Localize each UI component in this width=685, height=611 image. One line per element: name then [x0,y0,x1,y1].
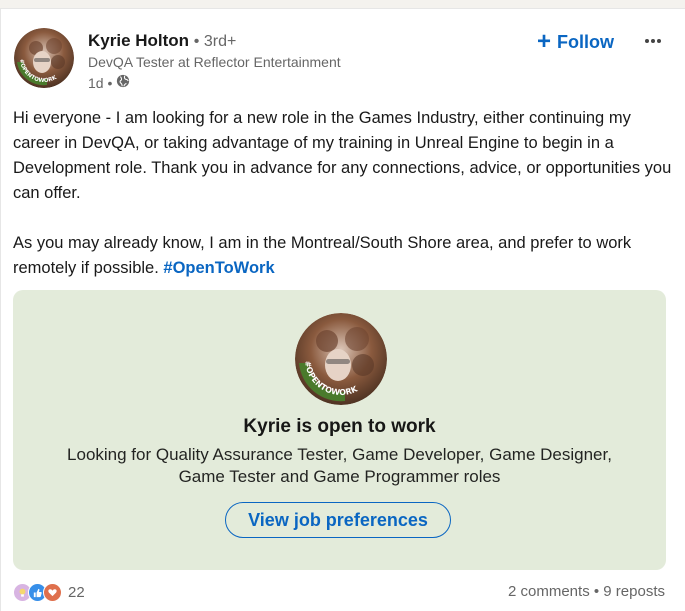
open-to-work-title: Kyrie is open to work [243,416,436,437]
open-to-work-avatar[interactable]: #OPENTOWORK [295,313,387,405]
open-to-work-description: Looking for Quality Assurance Tester, Ga… [53,444,626,488]
more-options-button[interactable] [639,27,667,55]
post-paragraph-1: Hi everyone - I am looking for a new rol… [13,109,672,202]
post-body: Hi everyone - I am looking for a new rol… [13,106,673,281]
reaction-icons [13,583,62,602]
hashtag-link[interactable]: #OpenToWork [163,259,274,277]
social-separator: • [589,583,604,600]
author-avatar[interactable]: #OPENTOWORK [14,28,74,88]
author-headline: DevQA Tester at Reflector Entertainment [88,54,341,70]
post-card: #OPENTOWORK Kyrie Holton • 3rd+ DevQA Te… [0,8,685,611]
post-time: 1d • [88,74,113,91]
author-name[interactable]: Kyrie Holton [88,31,189,50]
post-paragraph-2-text: As you may already know, I am in the Mon… [13,234,632,277]
connection-degree: • 3rd+ [193,33,237,50]
reaction-count: 22 [68,584,85,601]
plus-icon: + [537,28,552,55]
globe-icon [116,74,130,91]
love-reaction-icon [43,583,62,602]
view-job-preferences-button[interactable]: View job preferences [225,502,451,538]
follow-button[interactable]: + Follow [531,25,620,59]
ellipsis-icon [645,39,661,43]
reposts-count-link[interactable]: 9 reposts [603,583,665,600]
author-name-line: Kyrie Holton • 3rd+ [88,31,236,51]
follow-label: Follow [557,31,615,52]
open-to-work-description-line-2: Game Tester and Game Programmer roles [178,467,501,486]
open-to-work-description-line-1: Looking for Quality Assurance Tester, Ga… [67,445,612,464]
post-meta: 1d • [88,74,130,91]
social-counts: 2 comments • 9 reposts [508,583,665,600]
open-to-work-card: #OPENTOWORK Kyrie is open to work Lookin… [13,290,666,570]
post-paragraph-2: As you may already know, I am in the Mon… [13,231,673,281]
reactions-summary[interactable]: 22 [13,583,85,602]
comments-count-link[interactable]: 2 comments [508,583,590,600]
